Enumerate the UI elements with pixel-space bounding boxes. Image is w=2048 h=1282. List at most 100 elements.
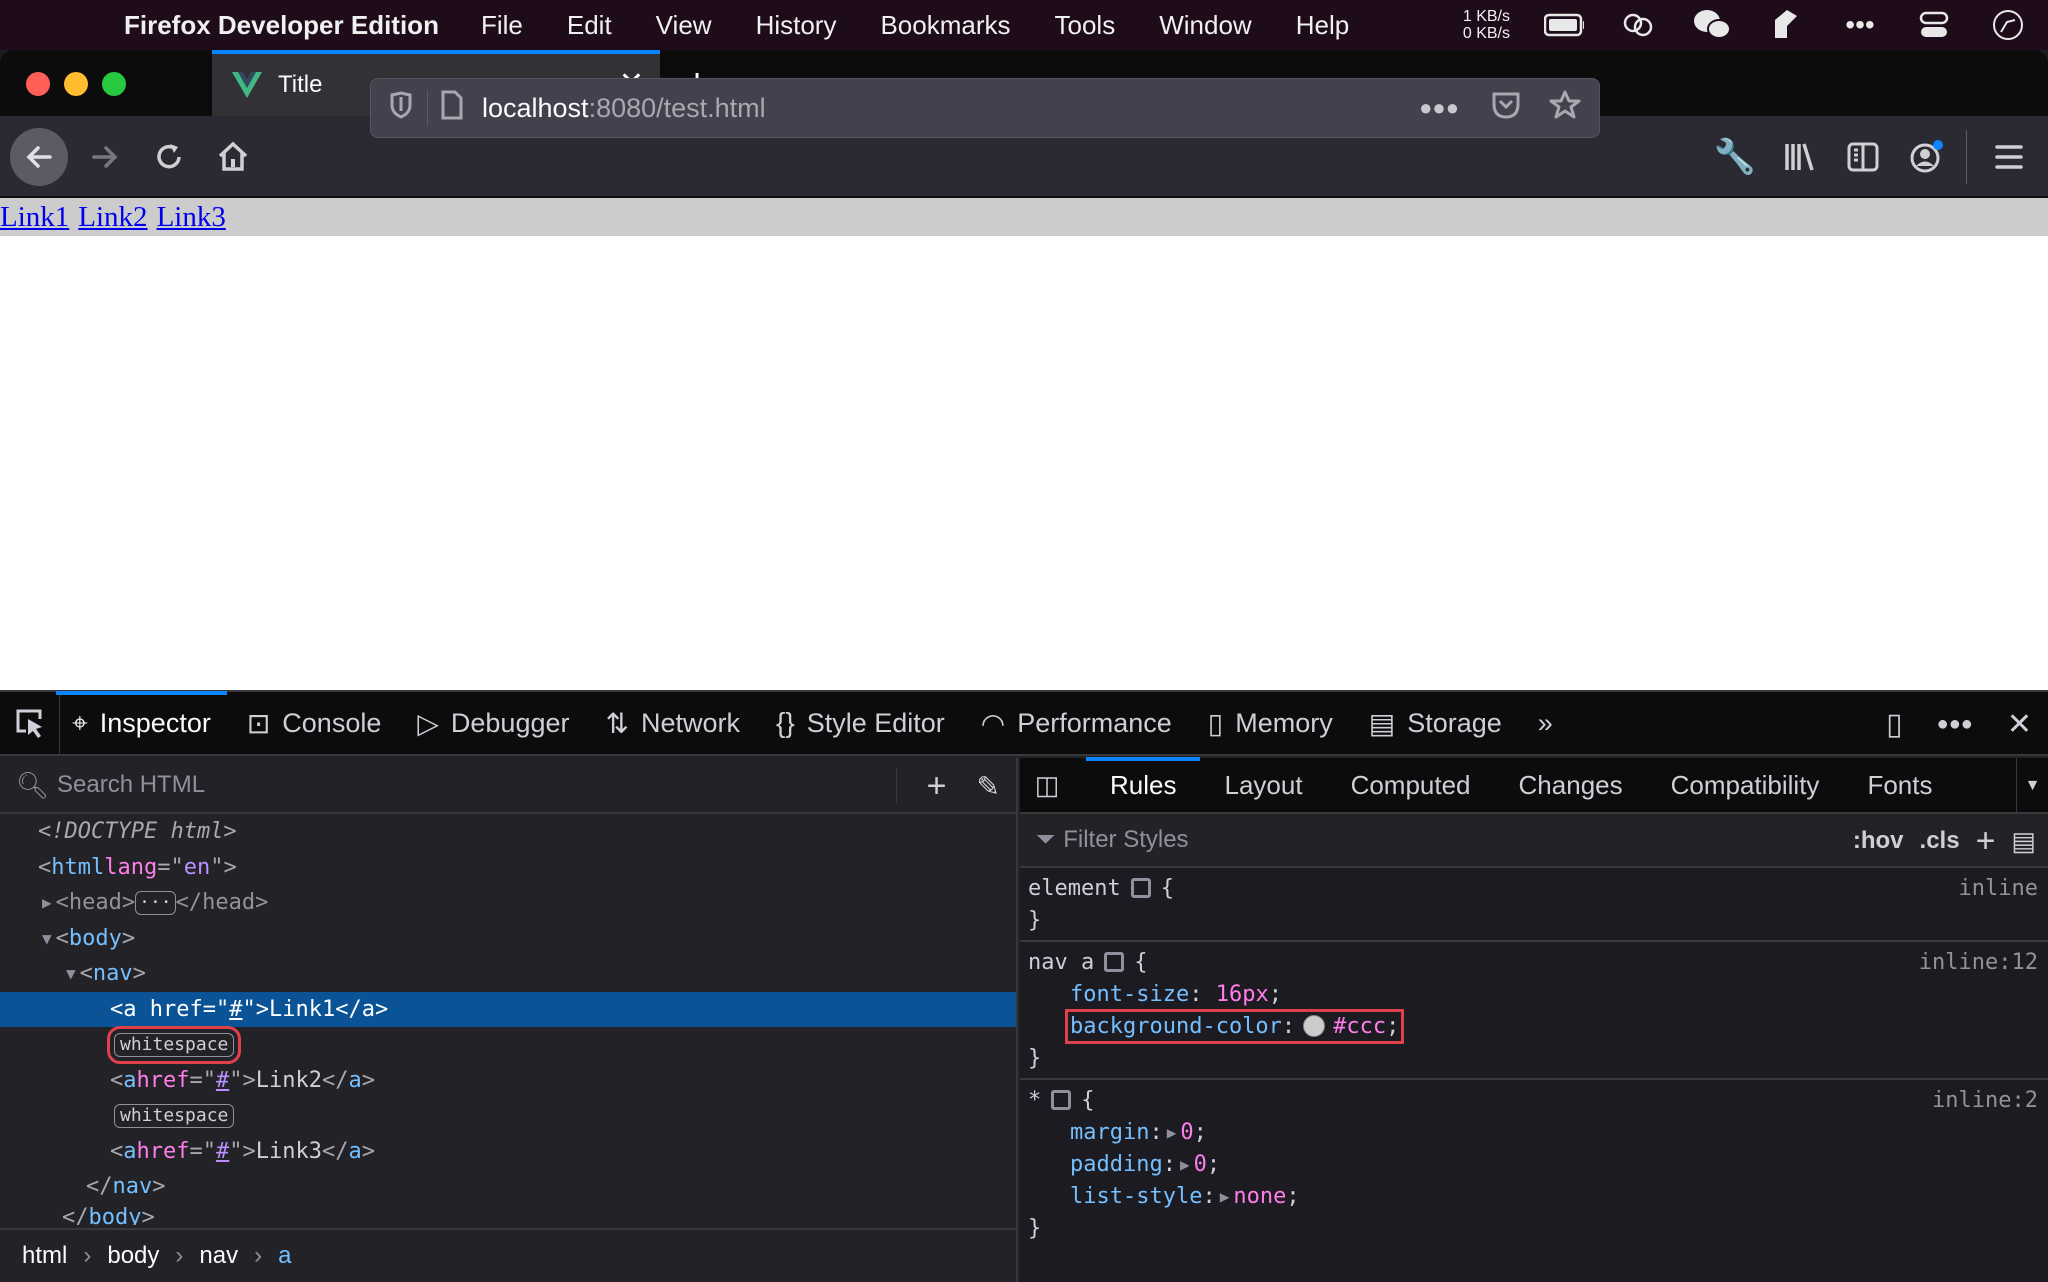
declaration-padding[interactable]: padding: ▶ 0;	[1028, 1148, 2040, 1180]
devtools-tab-style-editor[interactable]: {} Style Editor	[776, 691, 945, 755]
clock-icon[interactable]	[1988, 8, 2028, 42]
property-value[interactable]: 0	[1180, 1120, 1193, 1145]
rule-source[interactable]: inline:2	[1932, 1088, 2038, 1113]
href-value[interactable]: #	[216, 1068, 229, 1093]
tree-row-nav[interactable]: ▼ < nav >	[0, 956, 1016, 992]
breadcrumb-nav[interactable]: nav	[199, 1242, 238, 1270]
tracking-protection-shield-icon[interactable]	[389, 90, 413, 126]
home-button[interactable]	[204, 128, 262, 186]
declaration-list-style[interactable]: list-style: ▶ none;	[1028, 1180, 2040, 1212]
collapse-triangle-icon[interactable]: ▼	[42, 929, 52, 948]
account-icon[interactable]	[1898, 128, 1956, 186]
app-menu-button[interactable]	[1980, 128, 2038, 186]
tab-compatibility[interactable]: Compatibility	[1671, 757, 1820, 813]
tab-fonts[interactable]: Fonts	[1867, 757, 1932, 813]
chevron-down-icon[interactable]: ▼	[2016, 758, 2048, 814]
tree-row-link2[interactable]: < a href =" # "> Link2 </a >	[0, 1063, 1016, 1099]
devtools-tab-storage[interactable]: ▤ Storage	[1369, 691, 1502, 755]
tree-row-html[interactable]: < html lang =" en ">	[0, 850, 1016, 886]
menu-tools[interactable]: Tools	[1055, 10, 1116, 41]
property-value[interactable]: 0	[1194, 1152, 1207, 1177]
toggle-pane-icon[interactable]: ◫	[1020, 770, 1074, 801]
tree-row-whitespace-2[interactable]: whitespace	[0, 1098, 1016, 1134]
link-icon[interactable]	[1618, 8, 1658, 42]
menu-file[interactable]: File	[481, 10, 523, 41]
menu-help[interactable]: Help	[1296, 10, 1349, 41]
property-name[interactable]: padding	[1070, 1152, 1163, 1177]
tab-rules[interactable]: Rules	[1085, 757, 1202, 813]
property-value[interactable]: 16px	[1216, 982, 1269, 1007]
breadcrumb-a[interactable]: a	[278, 1242, 291, 1270]
menu-edit[interactable]: Edit	[567, 10, 612, 41]
feather-icon[interactable]	[1766, 8, 1806, 42]
minimize-window-button[interactable]	[64, 72, 88, 96]
href-value[interactable]: #	[216, 1139, 229, 1164]
page-info-icon[interactable]	[440, 90, 464, 127]
page-link-2[interactable]: Link2	[78, 201, 147, 234]
bookmark-star-icon[interactable]	[1549, 89, 1581, 128]
tree-row-doctype[interactable]: <!DOCTYPE html>	[0, 814, 1016, 850]
add-node-icon[interactable]: +	[927, 767, 947, 806]
rule-selector[interactable]: nav a	[1028, 950, 1094, 975]
add-rule-icon[interactable]: +	[1976, 822, 1996, 861]
print-media-icon[interactable]: ▤	[2011, 826, 2036, 857]
property-name[interactable]: margin	[1070, 1120, 1149, 1145]
close-window-button[interactable]	[26, 72, 50, 96]
wechat-icon[interactable]	[1692, 8, 1732, 42]
tree-row-whitespace-1[interactable]: whitespace	[0, 1025, 1016, 1064]
tree-row-link3[interactable]: < a href =" # "> Link3 </a >	[0, 1134, 1016, 1170]
network-speed[interactable]: 1 KB/s 0 KB/s	[1463, 8, 1510, 42]
control-center-icon[interactable]	[1914, 8, 1954, 42]
property-value[interactable]: none	[1233, 1184, 1286, 1209]
menu-bookmarks[interactable]: Bookmarks	[880, 10, 1010, 41]
rule-source[interactable]: inline:12	[1919, 950, 2038, 975]
declaration-font-size[interactable]: font-size: 16px;	[1028, 978, 2040, 1010]
tree-row-body[interactable]: ▼ < body >	[0, 921, 1016, 957]
devtools-tab-network[interactable]: ⇅ Network	[606, 691, 741, 755]
property-name[interactable]: background-color	[1070, 1014, 1282, 1039]
property-name[interactable]: font-size	[1070, 982, 1189, 1007]
menu-window[interactable]: Window	[1159, 10, 1251, 41]
collapse-triangle-icon[interactable]: ▼	[66, 964, 76, 983]
tab-changes[interactable]: Changes	[1519, 757, 1623, 813]
devtools-tab-debugger[interactable]: ▷ Debugger	[417, 691, 569, 755]
menu-view[interactable]: View	[656, 10, 712, 41]
expand-triangle-icon[interactable]: ▶	[1220, 1187, 1230, 1206]
page-link-3[interactable]: Link3	[157, 201, 226, 234]
expand-triangle-icon[interactable]: ▶	[1167, 1123, 1177, 1142]
eyedropper-icon[interactable]: ✎	[977, 770, 1000, 803]
tree-row-body-close[interactable]: </body >	[0, 1205, 1016, 1225]
devtools-tab-console[interactable]: ⊡ Console	[247, 691, 382, 755]
devtools-wrench-icon[interactable]: 🔧	[1706, 128, 1764, 186]
expand-triangle-icon[interactable]: ▶	[1180, 1155, 1190, 1174]
filter-styles-input[interactable]: Filter Styles	[1063, 826, 1188, 854]
menu-app-name[interactable]: Firefox Developer Edition	[124, 10, 439, 41]
devtools-tab-memory[interactable]: ▯ Memory	[1208, 691, 1333, 755]
declaration-background-color[interactable]: background-color: #ccc;	[1028, 1008, 2040, 1044]
property-value[interactable]: #ccc	[1333, 1014, 1386, 1039]
node-highlight-icon[interactable]	[1104, 952, 1125, 972]
color-swatch[interactable]	[1303, 1015, 1326, 1037]
tree-row-head[interactable]: ▶ < head > ··· </head >	[0, 885, 1016, 921]
hov-toggle[interactable]: :hov	[1853, 827, 1904, 855]
node-highlight-icon[interactable]	[1130, 878, 1151, 898]
devtools-tab-inspector[interactable]: ⌖ Inspector	[56, 691, 227, 755]
more-icon[interactable]: •••	[1840, 8, 1880, 42]
page-link-1[interactable]: Link1	[0, 201, 69, 234]
search-html-input[interactable]: Search HTML	[57, 771, 205, 799]
devtools-options-icon[interactable]: ●●●	[1937, 713, 1973, 736]
whitespace-badge[interactable]: whitespace	[114, 1103, 235, 1128]
property-name[interactable]: list-style	[1070, 1184, 1202, 1209]
node-highlight-icon[interactable]	[1051, 1090, 1072, 1110]
tree-row-link1-selected[interactable]: <a href=" # "> Link1 </a>	[0, 991, 1016, 1027]
forward-button[interactable]	[76, 128, 134, 186]
declaration-margin[interactable]: margin: ▶ 0;	[1028, 1116, 2040, 1148]
tab-layout[interactable]: Layout	[1224, 757, 1302, 813]
tree-row-nav-close[interactable]: </nav >	[0, 1169, 1016, 1205]
breadcrumb-body[interactable]: body	[107, 1242, 159, 1270]
close-devtools-icon[interactable]: ✕	[2007, 707, 2032, 742]
zoom-window-button[interactable]	[102, 72, 126, 96]
page-actions-more-icon[interactable]: ●●●	[1419, 95, 1459, 121]
more-tools-button[interactable]: »	[1538, 691, 1553, 755]
pocket-icon[interactable]	[1491, 90, 1521, 127]
